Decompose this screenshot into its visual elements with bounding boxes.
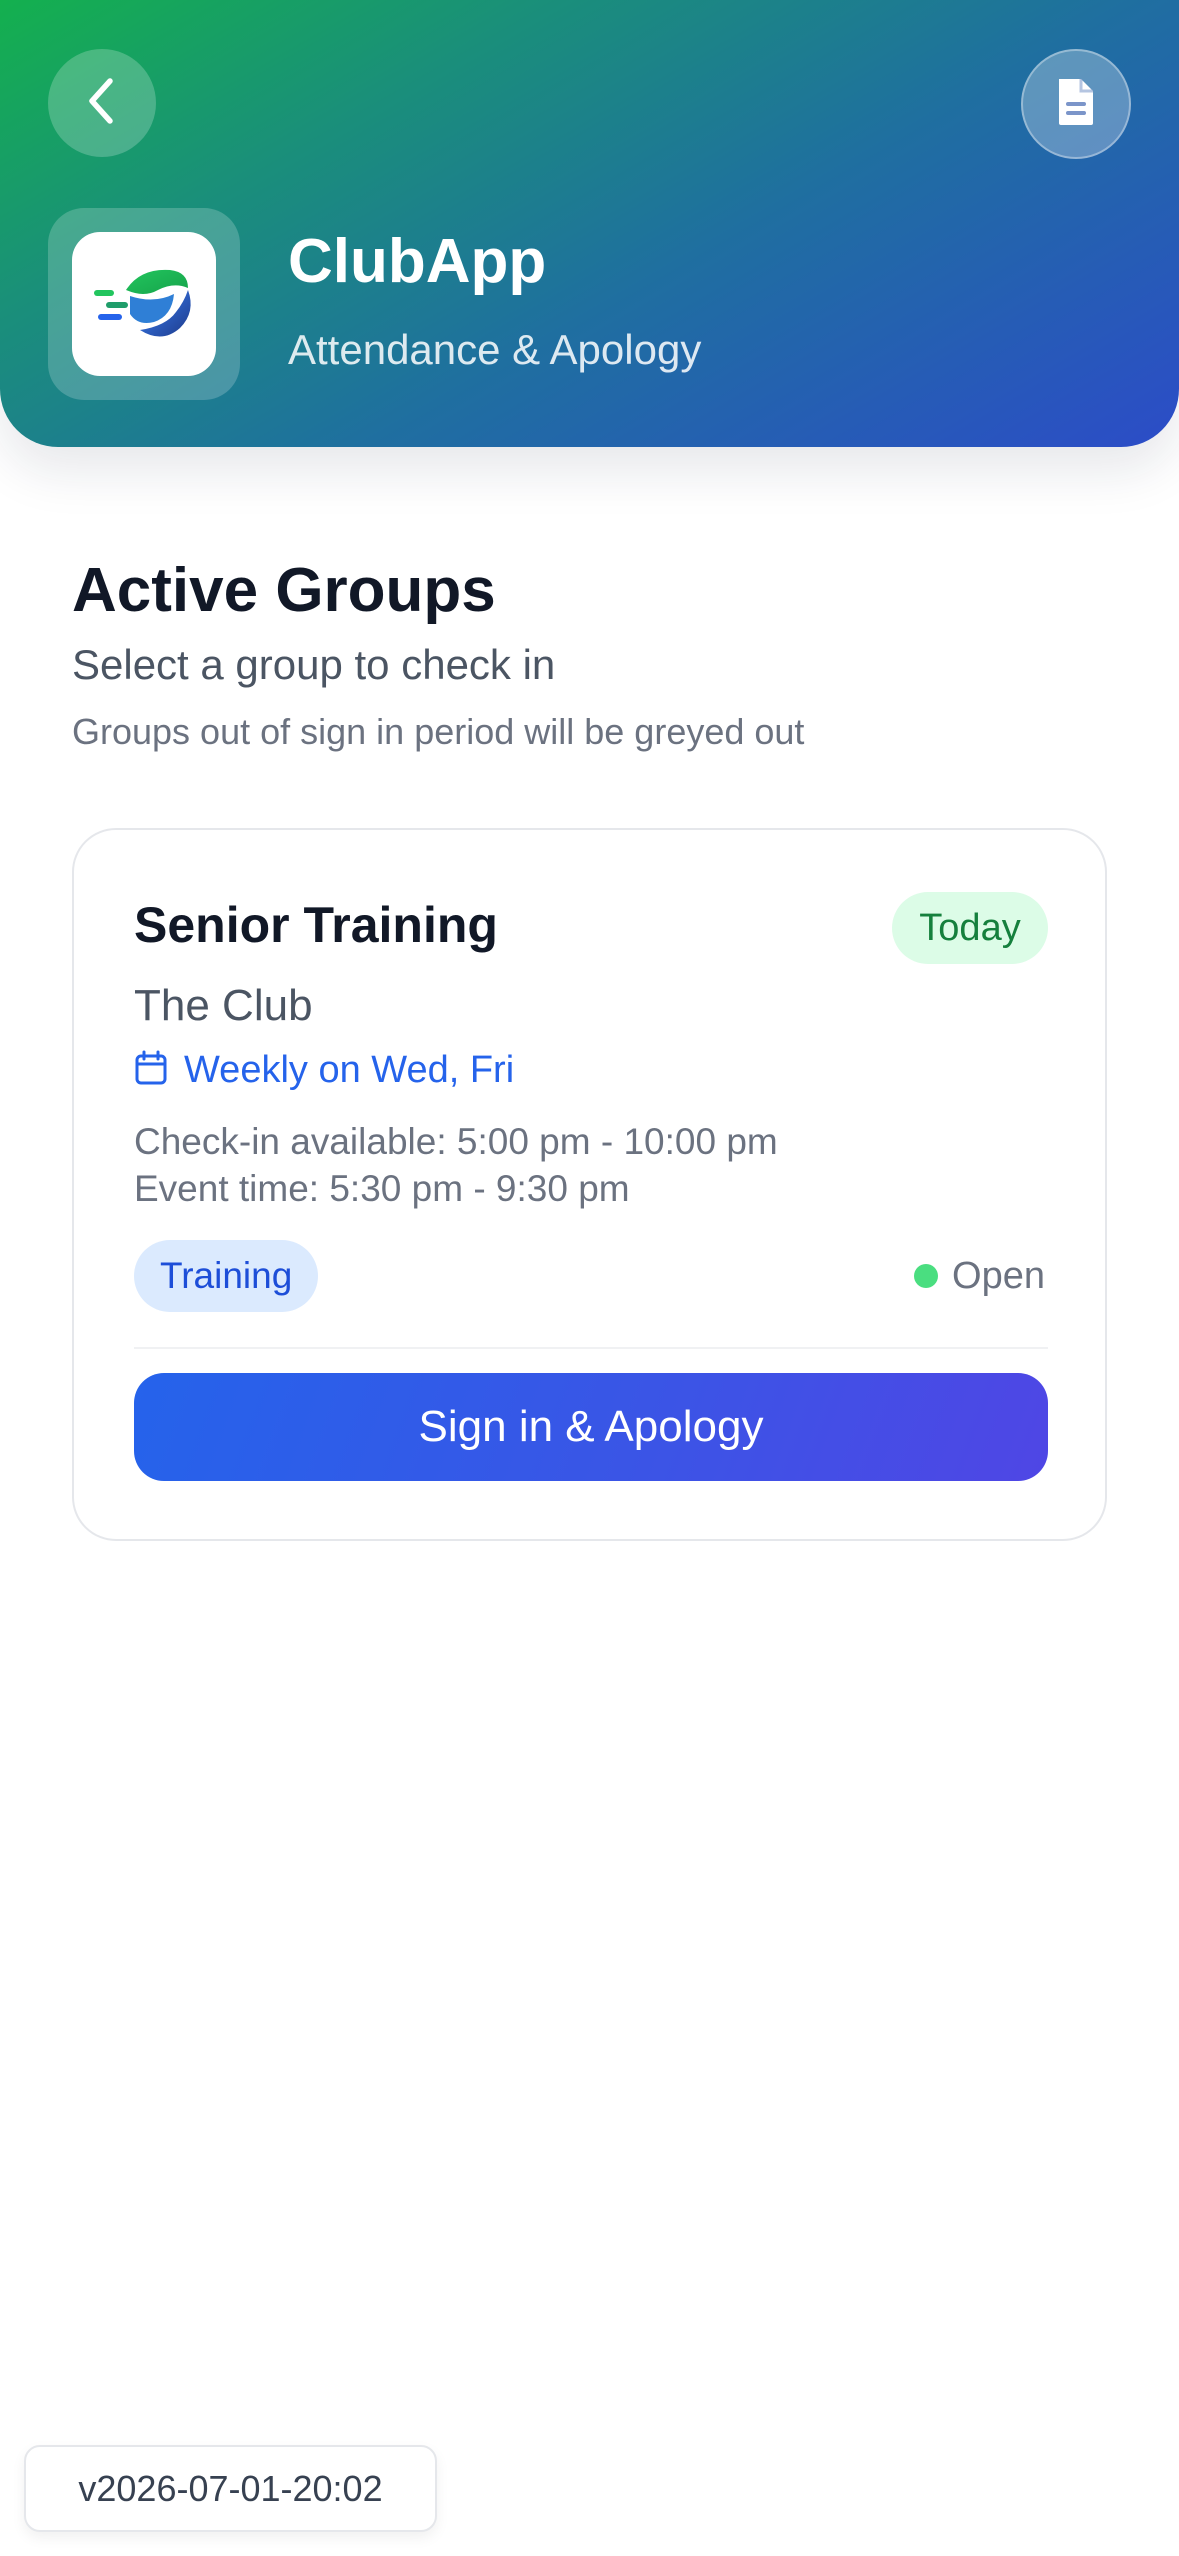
back-button[interactable] xyxy=(48,49,156,157)
sign-in-apology-button[interactable]: Sign in & Apology xyxy=(134,1373,1048,1481)
group-tag: Training xyxy=(134,1240,319,1312)
document-button[interactable] xyxy=(1021,49,1131,159)
app-subtitle: Attendance & Apology xyxy=(288,326,702,373)
clubapp-logo-icon xyxy=(88,260,200,349)
group-card[interactable]: Senior Training Today The Club Weekly on… xyxy=(72,828,1107,1541)
status-text: Open xyxy=(952,1254,1045,1297)
version-label: v2026-07-01-20:02 xyxy=(24,2445,437,2532)
checkin-window: Check-in available: 5:00 pm - 10:00 pm xyxy=(134,1121,778,1162)
group-venue: The Club xyxy=(134,981,313,1030)
group-name: Senior Training xyxy=(134,897,498,953)
section-hint: Groups out of sign in period will be gre… xyxy=(72,711,805,752)
group-schedule: Weekly on Wed, Fri xyxy=(134,1048,514,1094)
schedule-text: Weekly on Wed, Fri xyxy=(184,1049,515,1091)
section-subtitle: Select a group to check in xyxy=(72,641,556,688)
card-divider xyxy=(134,1347,1048,1349)
logo-tile xyxy=(72,232,216,376)
app-logo xyxy=(48,208,240,400)
document-icon xyxy=(1053,75,1099,134)
app-header: ClubApp Attendance & Apology xyxy=(0,0,1179,447)
section-title: Active Groups xyxy=(72,556,496,625)
chevron-left-icon xyxy=(82,75,122,132)
page: ClubApp Attendance & Apology Active Grou… xyxy=(0,0,1179,2556)
event-time: Event time: 5:30 pm - 9:30 pm xyxy=(134,1168,630,1209)
calendar-icon xyxy=(134,1050,168,1091)
status-dot-icon xyxy=(914,1264,939,1288)
today-badge: Today xyxy=(892,892,1048,964)
status-indicator: Open xyxy=(914,1248,1045,1304)
app-title: ClubApp xyxy=(288,227,547,296)
